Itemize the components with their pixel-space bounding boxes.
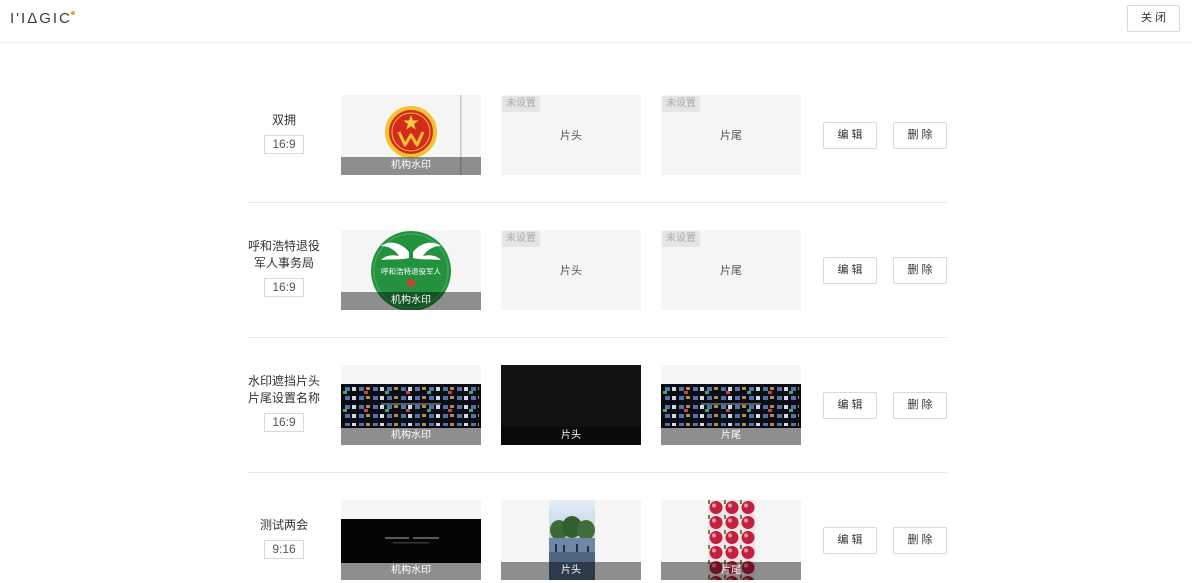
- watermark-thumbnail: 呼和浩特退役军人 机构水印: [341, 230, 481, 310]
- watermark-label: 机构水印: [341, 427, 481, 445]
- logo-text: I'IΔGIC: [10, 10, 72, 27]
- delete-button[interactable]: 删 除: [893, 257, 947, 284]
- watermark-thumbnail: 机构水印: [341, 500, 481, 580]
- emblem-text: 呼和浩特退役军人: [381, 266, 441, 276]
- template-row: 双拥 16:9 机构水印 未设置 片头 未设置 片尾 编 辑 删 除: [247, 68, 947, 203]
- template-row: 测试两会 9:16 机构水印 片头 片尾 编 辑 删 除: [247, 473, 947, 583]
- opening-label: 片头: [560, 130, 582, 142]
- brand-logo: I'IΔGIC: [10, 10, 75, 28]
- template-info: 水印遮挡片头片尾设置名称 16:9: [247, 365, 321, 445]
- edit-button[interactable]: 编 辑: [823, 257, 877, 284]
- template-info: 呼和浩特退役军人事务局 16:9: [247, 230, 321, 310]
- ending-label: 片尾: [720, 130, 742, 142]
- opening-thumbnail: 未设置 片头: [501, 95, 641, 175]
- aspect-ratio-badge: 9:16: [264, 539, 304, 559]
- ending-label: 片尾: [661, 562, 801, 580]
- aspect-ratio-badge: 16:9: [264, 134, 304, 154]
- template-row: 呼和浩特退役军人事务局 16:9 呼和浩特退役军人 机构水印 未设置 片头 未设…: [247, 203, 947, 338]
- ending-label: 片尾: [661, 427, 801, 445]
- opening-label: 片头: [501, 562, 641, 580]
- ending-label: 片尾: [720, 265, 742, 277]
- watermark-label: 机构水印: [341, 292, 481, 310]
- aspect-ratio-badge: 16:9: [264, 413, 304, 432]
- ending-thumbnail: 未设置 片尾: [661, 95, 801, 175]
- template-info: 双拥 16:9: [247, 95, 321, 175]
- watermark-label: 机构水印: [341, 562, 481, 580]
- delete-button[interactable]: 删 除: [893, 122, 947, 149]
- template-name: 水印遮挡片头片尾设置名称: [247, 374, 320, 405]
- small-badge-icon: [407, 279, 415, 287]
- ending-thumbnail: 片尾: [661, 500, 801, 580]
- opening-thumbnail: 片头: [501, 365, 641, 445]
- opening-thumbnail: 片头: [501, 500, 641, 580]
- template-row: 水印遮挡片头片尾设置名称 16:9 机构水印 片头 片尾 编 辑 删 除: [247, 338, 947, 473]
- ending-thumbnail: 片尾: [661, 365, 801, 445]
- opening-label: 片头: [501, 427, 641, 445]
- template-name: 呼和浩特退役军人事务局: [247, 239, 320, 270]
- edit-button[interactable]: 编 辑: [823, 527, 877, 554]
- template-name: 双拥: [271, 112, 296, 127]
- watermark-thumbnail: 机构水印: [341, 365, 481, 445]
- delete-button[interactable]: 删 除: [893, 527, 947, 554]
- emblem-icon: [385, 106, 437, 158]
- delete-button[interactable]: 删 除: [893, 392, 947, 419]
- opening-label: 片头: [560, 265, 582, 277]
- watermark-thumbnail: 机构水印: [341, 95, 481, 175]
- ending-thumbnail: 未设置 片尾: [661, 230, 801, 310]
- watermark-label: 机构水印: [341, 157, 481, 175]
- template-list: 双拥 16:9 机构水印 未设置 片头 未设置 片尾 编 辑 删 除 呼和浩特退…: [247, 68, 947, 583]
- opening-thumbnail: 未设置 片头: [501, 230, 641, 310]
- template-info: 测试两会 9:16: [247, 500, 321, 580]
- logo-dot-icon: [70, 11, 75, 15]
- template-name: 测试两会: [259, 517, 308, 532]
- edit-button[interactable]: 编 辑: [823, 392, 877, 419]
- top-bar: I'IΔGIC 关 闭: [0, 0, 1192, 43]
- edit-button[interactable]: 编 辑: [823, 122, 877, 149]
- close-button[interactable]: 关 闭: [1127, 5, 1180, 32]
- aspect-ratio-badge: 16:9: [264, 278, 304, 297]
